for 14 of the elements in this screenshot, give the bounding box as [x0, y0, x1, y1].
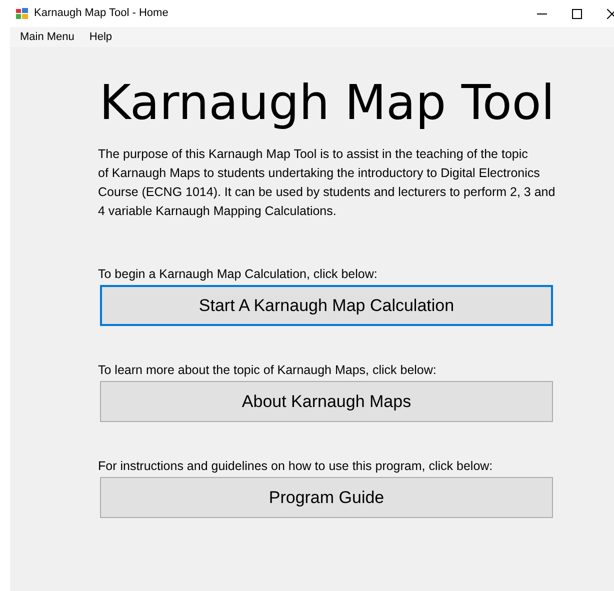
description-paragraph: The purpose of this Karnaugh Map Tool is to assist in the teaching of the topic of Karnaugh Maps to students undertaking the introductory to Digital Electronics Course (ECNG 1014). It can be used by students and lecturers to perform 2, 3 and 4 variable Karnaugh Mapping Calculations.	[98, 146, 556, 220]
menu-item[interactable]: Main Menu	[20, 28, 74, 46]
app-icon	[16, 8, 28, 19]
maximize-icon[interactable]	[572, 8, 582, 18]
close-icon[interactable]	[607, 8, 614, 18]
menu-item[interactable]: Help	[89, 28, 112, 46]
action-button[interactable]: Program Guide	[100, 477, 553, 518]
window-title: Karnaugh Map Tool - Home	[34, 6, 168, 22]
instruction-label: To learn more about the topic of Karnaugh Maps, click below:	[98, 362, 438, 378]
instruction-label: For instructions and guidelines on how to use this program, click below:	[98, 458, 494, 474]
instruction-label: To begin a Karnaugh Map Calculation, click below:	[98, 266, 378, 282]
action-button[interactable]: About Karnaugh Maps	[100, 381, 553, 422]
app-heading: Karnaugh Map Tool	[99, 75, 555, 131]
action-button[interactable]: Start A Karnaugh Map Calculation	[100, 285, 553, 326]
